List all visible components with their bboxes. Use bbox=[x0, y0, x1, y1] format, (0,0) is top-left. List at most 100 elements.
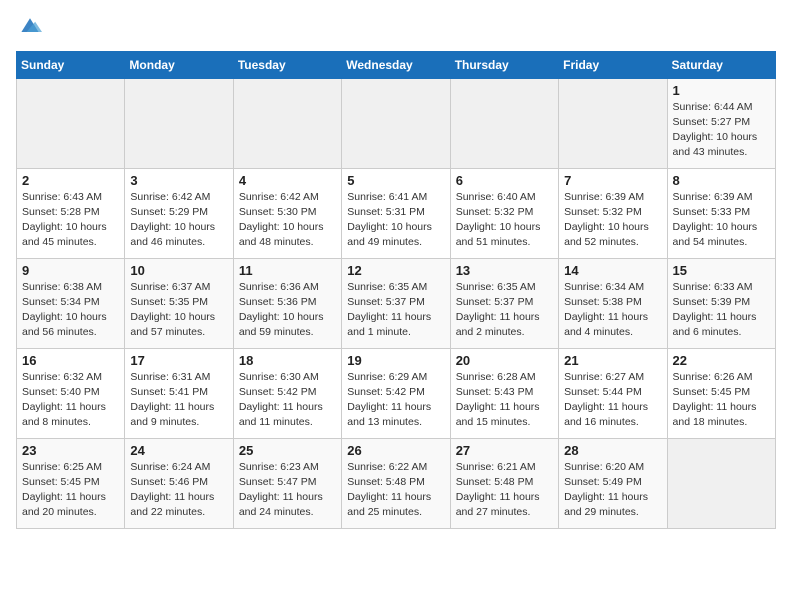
calendar-cell: 3 Sunrise: 6:42 AM Sunset: 5:29 PM Daylig… bbox=[125, 168, 233, 258]
calendar-cell: 13 Sunrise: 6:35 AM Sunset: 5:37 PM Dayli… bbox=[450, 258, 558, 348]
calendar-cell: 12 Sunrise: 6:35 AM Sunset: 5:37 PM Dayli… bbox=[342, 258, 450, 348]
calendar-week-row: 16 Sunrise: 6:32 AM Sunset: 5:40 PM Dayli… bbox=[17, 348, 776, 438]
calendar-cell: 17 Sunrise: 6:31 AM Sunset: 5:41 PM Dayli… bbox=[125, 348, 233, 438]
calendar-cell: 28Sunrise: 6:20 AM Sunset: 5:49 PM Dayli… bbox=[559, 438, 667, 528]
calendar-cell: 14 Sunrise: 6:34 AM Sunset: 5:38 PM Dayli… bbox=[559, 258, 667, 348]
day-number: 20 bbox=[456, 353, 553, 368]
calendar-cell: 8 Sunrise: 6:39 AM Sunset: 5:33 PM Daylig… bbox=[667, 168, 775, 258]
day-info: Sunrise: 6:25 AM Sunset: 5:45 PM Dayligh… bbox=[22, 460, 119, 521]
calendar-cell: 16 Sunrise: 6:32 AM Sunset: 5:40 PM Dayli… bbox=[17, 348, 125, 438]
day-info: Sunrise: 6:41 AM Sunset: 5:31 PM Dayligh… bbox=[347, 190, 444, 251]
day-number: 23 bbox=[22, 443, 119, 458]
calendar-week-row: 9 Sunrise: 6:38 AM Sunset: 5:34 PM Daylig… bbox=[17, 258, 776, 348]
day-info: Sunrise: 6:24 AM Sunset: 5:46 PM Dayligh… bbox=[130, 460, 227, 521]
day-number: 19 bbox=[347, 353, 444, 368]
calendar-cell bbox=[450, 78, 558, 168]
calendar-cell: 9 Sunrise: 6:38 AM Sunset: 5:34 PM Daylig… bbox=[17, 258, 125, 348]
weekday-header: Wednesday bbox=[342, 51, 450, 78]
day-number: 16 bbox=[22, 353, 119, 368]
calendar-cell: 11 Sunrise: 6:36 AM Sunset: 5:36 PM Dayli… bbox=[233, 258, 341, 348]
day-info: Sunrise: 6:28 AM Sunset: 5:43 PM Dayligh… bbox=[456, 370, 553, 431]
day-info: Sunrise: 6:36 AM Sunset: 5:36 PM Dayligh… bbox=[239, 280, 336, 341]
calendar-cell bbox=[125, 78, 233, 168]
day-number: 1 bbox=[673, 83, 770, 98]
weekday-header: Sunday bbox=[17, 51, 125, 78]
day-info: Sunrise: 6:42 AM Sunset: 5:30 PM Dayligh… bbox=[239, 190, 336, 251]
calendar-cell bbox=[667, 438, 775, 528]
calendar-cell: 24 Sunrise: 6:24 AM Sunset: 5:46 PM Dayli… bbox=[125, 438, 233, 528]
weekday-header: Tuesday bbox=[233, 51, 341, 78]
day-number: 9 bbox=[22, 263, 119, 278]
day-info: Sunrise: 6:21 AM Sunset: 5:48 PM Dayligh… bbox=[456, 460, 553, 521]
day-number: 8 bbox=[673, 173, 770, 188]
calendar-week-row: 1 Sunrise: 6:44 AM Sunset: 5:27 PM Daylig… bbox=[17, 78, 776, 168]
calendar-cell: 23 Sunrise: 6:25 AM Sunset: 5:45 PM Dayli… bbox=[17, 438, 125, 528]
day-number: 27 bbox=[456, 443, 553, 458]
day-info: Sunrise: 6:29 AM Sunset: 5:42 PM Dayligh… bbox=[347, 370, 444, 431]
day-info: Sunrise: 6:26 AM Sunset: 5:45 PM Dayligh… bbox=[673, 370, 770, 431]
calendar-cell: 19 Sunrise: 6:29 AM Sunset: 5:42 PM Dayli… bbox=[342, 348, 450, 438]
weekday-header: Saturday bbox=[667, 51, 775, 78]
day-number: 2 bbox=[22, 173, 119, 188]
day-info: Sunrise: 6:38 AM Sunset: 5:34 PM Dayligh… bbox=[22, 280, 119, 341]
calendar-cell: 6Sunrise: 6:40 AM Sunset: 5:32 PM Daylig… bbox=[450, 168, 558, 258]
calendar-cell: 7Sunrise: 6:39 AM Sunset: 5:32 PM Daylig… bbox=[559, 168, 667, 258]
day-info: Sunrise: 6:20 AM Sunset: 5:49 PM Dayligh… bbox=[564, 460, 661, 521]
day-number: 17 bbox=[130, 353, 227, 368]
day-number: 6 bbox=[456, 173, 553, 188]
day-number: 4 bbox=[239, 173, 336, 188]
day-info: Sunrise: 6:42 AM Sunset: 5:29 PM Dayligh… bbox=[130, 190, 227, 251]
calendar-cell: 1 Sunrise: 6:44 AM Sunset: 5:27 PM Daylig… bbox=[667, 78, 775, 168]
calendar-cell bbox=[17, 78, 125, 168]
day-number: 13 bbox=[456, 263, 553, 278]
day-info: Sunrise: 6:39 AM Sunset: 5:33 PM Dayligh… bbox=[673, 190, 770, 251]
day-number: 25 bbox=[239, 443, 336, 458]
day-info: Sunrise: 6:35 AM Sunset: 5:37 PM Dayligh… bbox=[347, 280, 444, 341]
day-info: Sunrise: 6:22 AM Sunset: 5:48 PM Dayligh… bbox=[347, 460, 444, 521]
day-number: 18 bbox=[239, 353, 336, 368]
weekday-header: Thursday bbox=[450, 51, 558, 78]
day-number: 3 bbox=[130, 173, 227, 188]
calendar-cell bbox=[342, 78, 450, 168]
calendar-cell: 25 Sunrise: 6:23 AM Sunset: 5:47 PM Dayli… bbox=[233, 438, 341, 528]
day-info: Sunrise: 6:43 AM Sunset: 5:28 PM Dayligh… bbox=[22, 190, 119, 251]
day-number: 22 bbox=[673, 353, 770, 368]
calendar-cell: 4 Sunrise: 6:42 AM Sunset: 5:30 PM Daylig… bbox=[233, 168, 341, 258]
calendar-cell: 27 Sunrise: 6:21 AM Sunset: 5:48 PM Dayli… bbox=[450, 438, 558, 528]
day-number: 14 bbox=[564, 263, 661, 278]
day-info: Sunrise: 6:31 AM Sunset: 5:41 PM Dayligh… bbox=[130, 370, 227, 431]
day-number: 5 bbox=[347, 173, 444, 188]
day-info: Sunrise: 6:23 AM Sunset: 5:47 PM Dayligh… bbox=[239, 460, 336, 521]
day-info: Sunrise: 6:39 AM Sunset: 5:32 PM Dayligh… bbox=[564, 190, 661, 251]
day-info: Sunrise: 6:34 AM Sunset: 5:38 PM Dayligh… bbox=[564, 280, 661, 341]
calendar-cell bbox=[233, 78, 341, 168]
calendar-cell: 10Sunrise: 6:37 AM Sunset: 5:35 PM Dayli… bbox=[125, 258, 233, 348]
day-number: 21 bbox=[564, 353, 661, 368]
day-info: Sunrise: 6:35 AM Sunset: 5:37 PM Dayligh… bbox=[456, 280, 553, 341]
calendar-table: SundayMondayTuesdayWednesdayThursdayFrid… bbox=[16, 51, 776, 529]
day-info: Sunrise: 6:27 AM Sunset: 5:44 PM Dayligh… bbox=[564, 370, 661, 431]
day-number: 12 bbox=[347, 263, 444, 278]
calendar-cell: 2 Sunrise: 6:43 AM Sunset: 5:28 PM Daylig… bbox=[17, 168, 125, 258]
calendar-cell: 20 Sunrise: 6:28 AM Sunset: 5:43 PM Dayli… bbox=[450, 348, 558, 438]
calendar-cell: 26 Sunrise: 6:22 AM Sunset: 5:48 PM Dayli… bbox=[342, 438, 450, 528]
calendar-cell bbox=[559, 78, 667, 168]
calendar-week-row: 23 Sunrise: 6:25 AM Sunset: 5:45 PM Dayli… bbox=[17, 438, 776, 528]
calendar-week-row: 2 Sunrise: 6:43 AM Sunset: 5:28 PM Daylig… bbox=[17, 168, 776, 258]
calendar-cell: 15Sunrise: 6:33 AM Sunset: 5:39 PM Dayli… bbox=[667, 258, 775, 348]
calendar-cell: 21 Sunrise: 6:27 AM Sunset: 5:44 PM Dayli… bbox=[559, 348, 667, 438]
day-number: 11 bbox=[239, 263, 336, 278]
weekday-header: Monday bbox=[125, 51, 233, 78]
calendar-cell: 5 Sunrise: 6:41 AM Sunset: 5:31 PM Daylig… bbox=[342, 168, 450, 258]
day-number: 15 bbox=[673, 263, 770, 278]
logo bbox=[16, 16, 42, 41]
day-info: Sunrise: 6:30 AM Sunset: 5:42 PM Dayligh… bbox=[239, 370, 336, 431]
calendar-cell: 22 Sunrise: 6:26 AM Sunset: 5:45 PM Dayli… bbox=[667, 348, 775, 438]
calendar-cell: 18 Sunrise: 6:30 AM Sunset: 5:42 PM Dayli… bbox=[233, 348, 341, 438]
day-info: Sunrise: 6:32 AM Sunset: 5:40 PM Dayligh… bbox=[22, 370, 119, 431]
day-number: 26 bbox=[347, 443, 444, 458]
weekday-header: Friday bbox=[559, 51, 667, 78]
day-info: Sunrise: 6:44 AM Sunset: 5:27 PM Dayligh… bbox=[673, 100, 770, 161]
logo-icon bbox=[18, 16, 42, 36]
day-number: 24 bbox=[130, 443, 227, 458]
